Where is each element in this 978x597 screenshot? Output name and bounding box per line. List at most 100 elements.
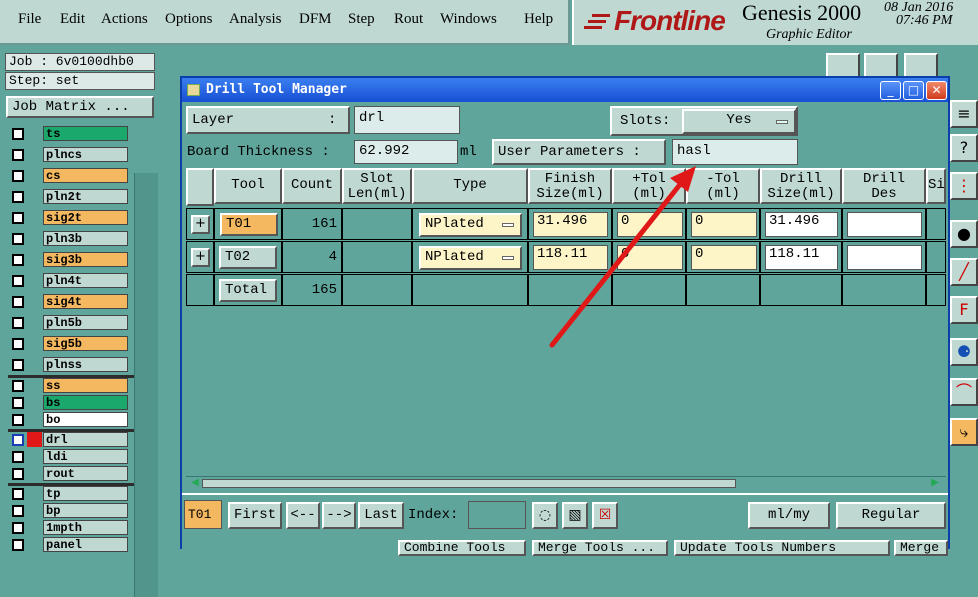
layer-name[interactable]: sig5b: [43, 336, 128, 351]
layer-row[interactable]: sig5b: [10, 336, 130, 352]
layer-row[interactable]: ts: [10, 126, 130, 142]
minus-tol-input[interactable]: 0: [691, 212, 757, 237]
dialog-titlebar[interactable]: Drill Tool Manager _ □ ✕: [182, 78, 948, 102]
layer-name[interactable]: ss: [43, 378, 128, 393]
layer-name[interactable]: pln2t: [43, 189, 128, 204]
index-input[interactable]: [468, 501, 526, 529]
route-icon[interactable]: ⤷: [950, 418, 978, 446]
user-parameters-input[interactable]: hasl: [672, 139, 798, 165]
toolbar-stack-icon[interactable]: ≡: [950, 100, 978, 128]
update-tools-numbers-button[interactable]: Update Tools Numbers: [674, 540, 890, 556]
layer-row[interactable]: pln5b: [10, 315, 130, 331]
layer-checkbox[interactable]: [12, 397, 24, 409]
layer-checkbox[interactable]: [12, 296, 24, 308]
layer-checkbox[interactable]: [12, 170, 24, 182]
finish-size-input[interactable]: 118.11: [533, 245, 608, 270]
merge-button[interactable]: Merge: [894, 540, 948, 556]
layer-row[interactable]: panel: [10, 537, 130, 553]
layer-checkbox[interactable]: [12, 149, 24, 161]
layer-checkbox[interactable]: [12, 128, 24, 140]
row-expand-icon[interactable]: +: [191, 215, 210, 234]
last-button[interactable]: Last: [358, 502, 404, 529]
frame-icon[interactable]: F: [950, 296, 978, 324]
layer-checkbox[interactable]: [12, 414, 24, 426]
layer-name[interactable]: bp: [43, 503, 128, 518]
circles-icon[interactable]: ⚈: [950, 338, 978, 366]
layer-checkbox[interactable]: [12, 505, 24, 517]
drill-des-input[interactable]: [847, 212, 922, 237]
help-icon[interactable]: ?: [950, 134, 978, 162]
layer-row[interactable]: cs: [10, 168, 130, 184]
layer-checkbox[interactable]: [12, 254, 24, 266]
layer-checkbox[interactable]: [12, 380, 24, 392]
layer-name[interactable]: rout: [43, 466, 128, 481]
layer-row[interactable]: pln3b: [10, 231, 130, 247]
arc-icon[interactable]: ⌒: [950, 378, 978, 406]
drill-size-input[interactable]: 31.496: [765, 212, 838, 237]
layer-row[interactable]: tp: [10, 486, 130, 502]
layer-name[interactable]: sig3b: [43, 252, 128, 267]
layer-checkbox[interactable]: [12, 434, 24, 446]
units-option-button[interactable]: ml/my: [748, 502, 830, 529]
layer-row[interactable]: bp: [10, 503, 130, 519]
slots-option-button[interactable]: Yes: [682, 109, 796, 134]
scroll-left-icon[interactable]: ◀: [188, 477, 202, 490]
minus-tol-input[interactable]: 0: [691, 245, 757, 270]
next-button[interactable]: -->: [322, 502, 356, 529]
layer-row[interactable]: pln2t: [10, 189, 130, 205]
layer-list-scrollbar[interactable]: [134, 173, 158, 597]
edit-icon[interactable]: ▧: [562, 502, 588, 529]
layer-row[interactable]: ldi: [10, 449, 130, 465]
layer-name[interactable]: plncs: [43, 147, 128, 162]
prev-button[interactable]: <--: [286, 502, 320, 529]
layer-name[interactable]: pln4t: [43, 273, 128, 288]
close-icon[interactable]: ✕: [926, 81, 947, 100]
layer-row[interactable]: bo: [10, 412, 130, 428]
layer-name[interactable]: bs: [43, 395, 128, 410]
maximize-icon[interactable]: □: [903, 81, 924, 100]
tool-button[interactable]: T02: [219, 246, 278, 269]
bulb-icon[interactable]: ◌: [532, 502, 558, 529]
line-icon[interactable]: ╱: [950, 258, 978, 286]
menu-actions[interactable]: Actions: [101, 11, 148, 28]
pad-icon[interactable]: ●: [950, 220, 978, 248]
layer-checkbox[interactable]: [12, 233, 24, 245]
layer-row[interactable]: plncs: [10, 147, 130, 163]
menu-dfm[interactable]: DFM: [299, 11, 332, 28]
layer-row[interactable]: sig3b: [10, 252, 130, 268]
layer-checkbox[interactable]: [12, 539, 24, 551]
layer-checkbox[interactable]: [12, 522, 24, 534]
type-select[interactable]: NPlated: [419, 213, 522, 237]
layer-name[interactable]: tp: [43, 486, 128, 501]
layer-checkbox[interactable]: [12, 488, 24, 500]
layer-row[interactable]: sig2t: [10, 210, 130, 226]
layer-checkbox[interactable]: [12, 317, 24, 329]
layer-name[interactable]: ts: [43, 126, 128, 141]
drill-size-input[interactable]: 118.11: [765, 245, 838, 270]
layer-name[interactable]: sig4t: [43, 294, 128, 309]
row-expand-icon[interactable]: +: [191, 248, 210, 267]
type-select[interactable]: NPlated: [419, 246, 522, 270]
layer-row[interactable]: bs: [10, 395, 130, 411]
layer-name[interactable]: panel: [43, 537, 128, 552]
layer-name[interactable]: cs: [43, 168, 128, 183]
drill-des-input[interactable]: [847, 245, 922, 270]
layer-name[interactable]: pln3b: [43, 231, 128, 246]
layer-checkbox[interactable]: [12, 468, 24, 480]
merge-tools-button[interactable]: Merge Tools ...: [532, 540, 668, 556]
menu-options[interactable]: Options: [165, 11, 213, 28]
layer-row[interactable]: drl: [10, 432, 130, 448]
minimize-icon[interactable]: _: [880, 81, 901, 100]
board-thickness-input[interactable]: 62.992: [354, 140, 458, 164]
scroll-right-icon[interactable]: ▶: [928, 477, 942, 490]
layer-checkbox[interactable]: [12, 212, 24, 224]
menu-windows[interactable]: Windows: [440, 11, 497, 28]
plus-tol-input[interactable]: 0: [617, 245, 683, 270]
layer-row[interactable]: pln4t: [10, 273, 130, 289]
layer-checkbox[interactable]: [12, 338, 24, 350]
table-hscrollbar[interactable]: ◀ ▶: [186, 476, 946, 490]
layer-checkbox[interactable]: [12, 191, 24, 203]
layer-name[interactable]: bo: [43, 412, 128, 427]
layer-checkbox[interactable]: [12, 451, 24, 463]
layer-row[interactable]: sig4t: [10, 294, 130, 310]
